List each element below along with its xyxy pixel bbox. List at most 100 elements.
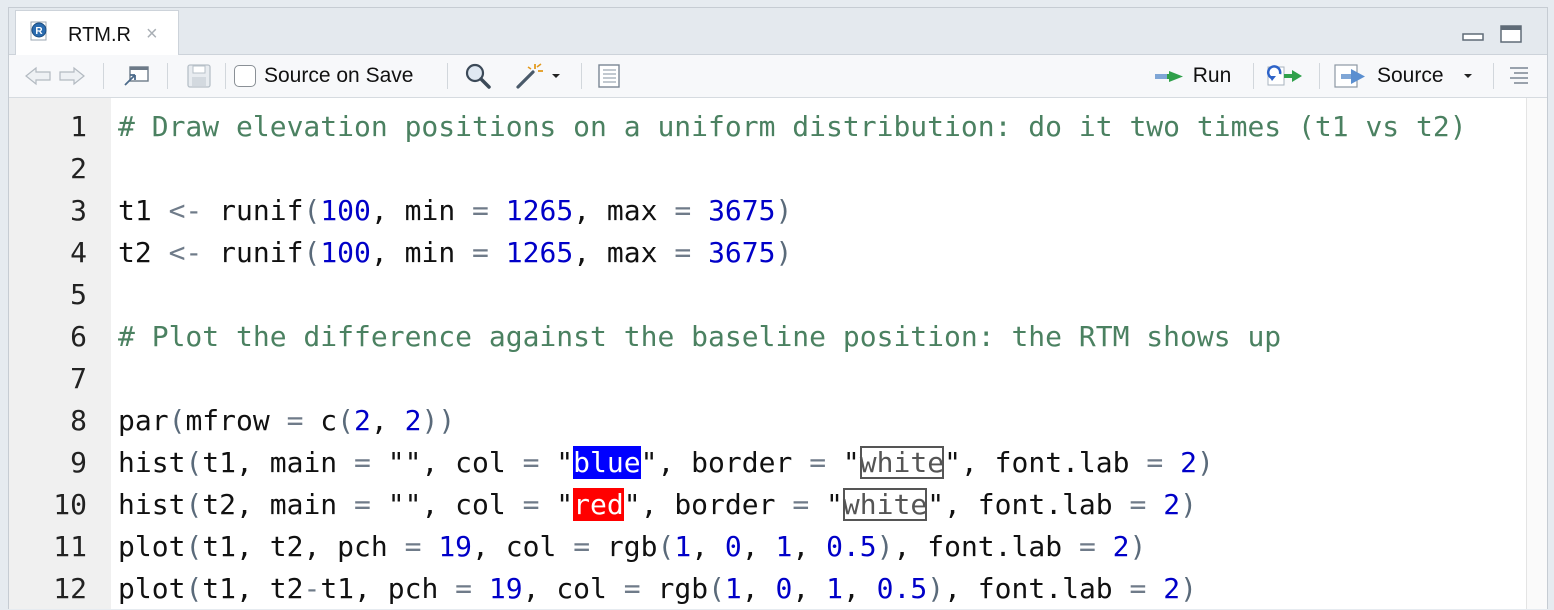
run-button[interactable]: Run <box>1149 55 1235 97</box>
code-token: t1, t2, pch <box>202 530 405 563</box>
code-token: = <box>792 488 810 521</box>
code-token: t1, t2 <box>202 572 304 605</box>
code-token: <- <box>168 236 203 269</box>
code-token: = <box>472 236 489 269</box>
code-line[interactable]: 8 par(mfrow = c(2, 2)) <box>9 400 1547 442</box>
code-token: hist <box>118 488 186 521</box>
code-token: 0.5 <box>826 530 877 563</box>
code-token: ", border <box>640 446 810 479</box>
line-number: 4 <box>70 236 87 269</box>
code-line[interactable]: 10 hist(t2, main = "", col = "red", borde… <box>9 484 1547 526</box>
tab-rtm-r[interactable]: R RTM.R × <box>15 10 179 55</box>
code-token: ( <box>185 488 203 521</box>
back-button[interactable] <box>23 55 53 97</box>
code-token: 2 <box>1163 572 1181 605</box>
code-token: , <box>741 572 776 605</box>
notebook-icon <box>598 64 620 88</box>
source-file-icon <box>1334 64 1365 88</box>
save-button[interactable] <box>183 55 215 97</box>
editor-toolbar: Source on Save Run Source <box>9 55 1547 98</box>
find-button[interactable] <box>461 55 495 97</box>
code-token: 2 <box>1112 530 1130 563</box>
code-text: # Draw elevation positions on a uniform … <box>118 106 1467 148</box>
code-token: , min <box>370 194 473 227</box>
code-token: , <box>691 530 725 563</box>
minimize-icon[interactable] <box>1461 24 1485 44</box>
code-token: " <box>826 446 860 479</box>
line-number: 9 <box>70 446 87 479</box>
code-token: , font.lab <box>944 572 1130 605</box>
magic-wand-icon <box>516 63 543 89</box>
code-token: = <box>1129 488 1147 521</box>
code-line[interactable]: 5 <box>9 274 1547 316</box>
source-button[interactable]: Source <box>1331 55 1481 97</box>
code-token: 3675 <box>708 236 776 269</box>
source-on-save-label: Source on Save <box>264 64 414 87</box>
code-line[interactable]: 3 t1 <- runif(100, min = 1265, max = 3675… <box>9 190 1547 232</box>
code-line[interactable]: 7 <box>9 358 1547 400</box>
rerun-icon <box>1267 65 1302 86</box>
code-token: = <box>404 530 422 563</box>
code-token: "", col <box>370 446 523 479</box>
rerun-button[interactable] <box>1263 55 1309 97</box>
code-token: = <box>1078 530 1096 563</box>
code-token: ", font.lab <box>927 488 1130 521</box>
editor-pane: R RTM.R × Source on Save Run Source 1 # … <box>8 7 1548 609</box>
toolbar-separator <box>1319 63 1320 89</box>
chevron-down-icon[interactable] <box>1462 71 1474 81</box>
code-text: t1 <- runif(100, min = 1265, max = 3675) <box>118 190 792 232</box>
toolbar-separator <box>1253 63 1254 89</box>
source-on-save-checkbox[interactable]: Source on Save <box>234 55 430 97</box>
code-token: = <box>354 488 371 521</box>
code-token: 0 <box>724 530 742 563</box>
code-line[interactable]: 12 plot(t1, t2-t1, pch = 19, col = rgb(1,… <box>9 568 1547 610</box>
line-number: 1 <box>70 110 87 143</box>
code-text: plot(t1, t2-t1, pch = 19, col = rgb(1, 0… <box>118 568 1197 610</box>
code-token: ) <box>1196 446 1214 479</box>
svg-text:R: R <box>35 26 43 37</box>
close-icon[interactable]: × <box>146 23 158 46</box>
code-token: 1 <box>775 530 793 563</box>
code-tools-button[interactable] <box>507 55 569 97</box>
compile-report-button[interactable] <box>593 55 625 97</box>
code-token: 0.5 <box>876 572 928 605</box>
code-token: <- <box>168 194 203 227</box>
code-editor[interactable]: 1 # Draw elevation positions on a uniform… <box>9 98 1547 609</box>
code-line[interactable]: 6 # Plot the difference against the basel… <box>9 316 1547 358</box>
code-line[interactable]: 9 hist(t1, main = "", col = "blue", borde… <box>9 442 1547 484</box>
code-token: ( <box>708 572 725 605</box>
code-line[interactable]: 2 <box>9 148 1547 190</box>
tab-strip: R RTM.R × <box>9 8 1547 55</box>
document-outline-button[interactable] <box>1501 55 1537 97</box>
maximize-icon[interactable] <box>1499 24 1523 44</box>
code-token: 3675 <box>708 194 776 227</box>
code-line[interactable]: 4 t2 <- runif(100, min = 1265, max = 3675… <box>9 232 1547 274</box>
code-token: , <box>792 572 827 605</box>
checkbox-box[interactable] <box>234 65 256 87</box>
code-token: = <box>455 572 473 605</box>
toolbar-separator <box>1493 63 1494 89</box>
floppy-disk-icon <box>187 64 211 88</box>
code-token: ) <box>1180 572 1197 605</box>
line-number: 6 <box>70 320 87 353</box>
code-text: par(mfrow = c(2, 2)) <box>118 400 455 442</box>
code-line[interactable]: 11 plot(t1, t2, pch = 19, col = rgb(1, 0,… <box>9 526 1547 568</box>
code-token: c <box>303 404 338 437</box>
toolbar-separator <box>103 63 104 89</box>
code-token: 2 <box>354 404 371 437</box>
color-swatch: red <box>573 488 624 521</box>
code-token: 1 <box>826 572 843 605</box>
code-token: ) <box>876 530 894 563</box>
code-token: ) <box>775 236 793 269</box>
code-token: t2 <box>118 236 169 269</box>
code-token: par <box>118 404 169 437</box>
code-token: = <box>522 488 540 521</box>
code-token: , max <box>573 194 675 227</box>
code-line[interactable]: 1 # Draw elevation positions on a uniform… <box>9 106 1547 148</box>
code-token: = <box>286 404 304 437</box>
show-in-new-window-button[interactable] <box>119 55 155 97</box>
code-token: t1, pch <box>320 572 456 605</box>
forward-button[interactable] <box>57 55 87 97</box>
